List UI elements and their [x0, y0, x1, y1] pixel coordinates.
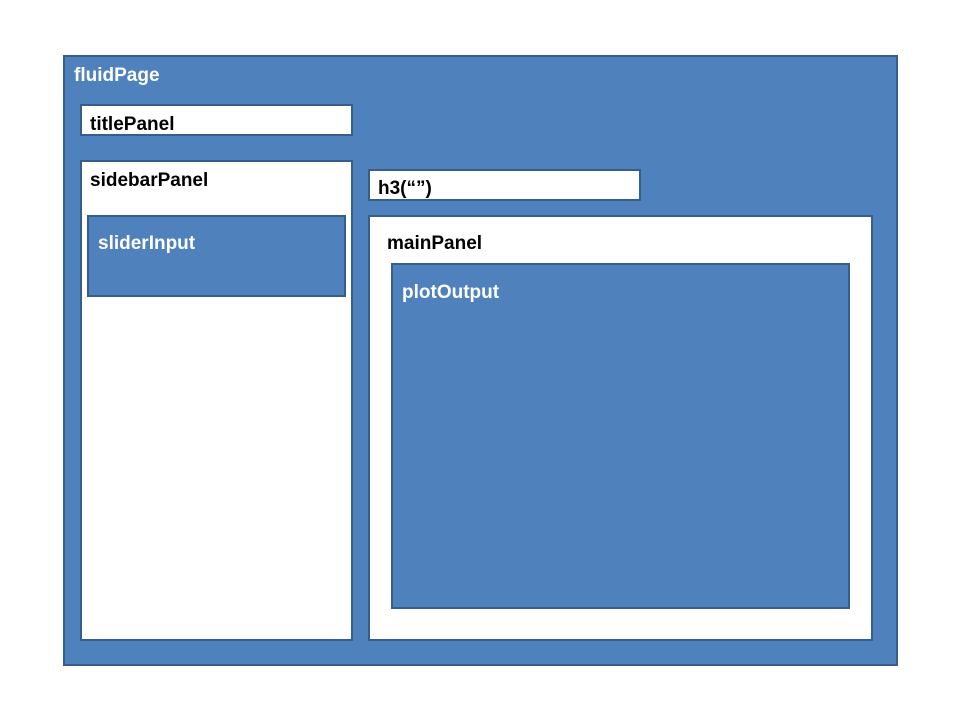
slider-input-box [87, 215, 346, 297]
plot-output-box [391, 263, 850, 609]
slider-input-label: sliderInput [98, 233, 196, 254]
h3-label: h3(“”) [378, 178, 432, 199]
main-panel-label: mainPanel [387, 233, 483, 254]
fluid-page-label: fluidPage [74, 65, 160, 86]
title-panel-label: titlePanel [90, 114, 175, 135]
diagram-canvas: fluidPage titlePanel sidebarPanel slider… [0, 0, 960, 720]
sidebar-panel-label: sidebarPanel [90, 170, 209, 191]
plot-output-label: plotOutput [402, 282, 500, 303]
